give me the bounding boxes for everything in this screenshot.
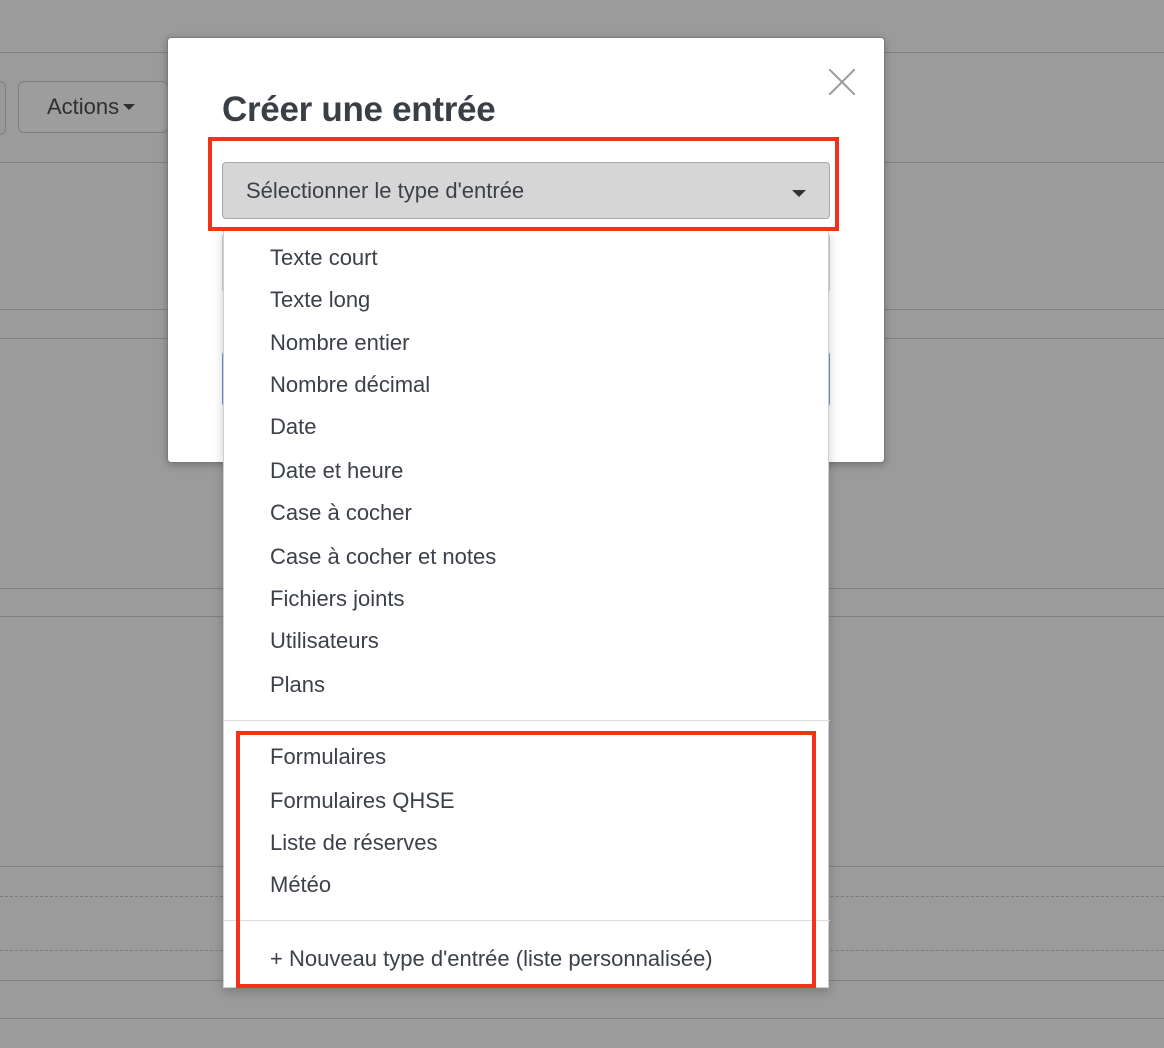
dropdown-option[interactable]: Météo (270, 869, 331, 901)
dropdown-divider (224, 920, 830, 921)
dropdown-option[interactable]: Utilisateurs (270, 625, 379, 657)
dropdown-option[interactable]: Texte long (270, 284, 370, 316)
dropdown-option[interactable]: Case à cocher (270, 497, 412, 529)
background-button-edge (0, 81, 6, 135)
entry-type-dropdown: Texte court Texte long Nombre entier Nom… (223, 230, 830, 988)
entry-type-select[interactable]: Sélectionner le type d'entrée (222, 162, 830, 219)
dropdown-option[interactable]: Formulaires (270, 741, 386, 773)
dropdown-option[interactable]: Liste de réserves (270, 827, 438, 859)
actions-button: Actions (18, 81, 168, 133)
new-entry-type-option[interactable]: + Nouveau type d'entrée (liste personnal… (270, 943, 713, 975)
caret-down-icon (123, 104, 136, 110)
dropdown-option[interactable]: Plans (270, 669, 325, 701)
actions-label: Actions (47, 94, 120, 119)
chevron-down-icon (792, 190, 806, 197)
entry-type-select-placeholder: Sélectionner le type d'entrée (246, 177, 525, 203)
background-divider (0, 1018, 1164, 1019)
dropdown-option[interactable]: Date et heure (270, 455, 403, 487)
dropdown-divider (224, 720, 830, 721)
dropdown-option[interactable]: Fichiers joints (270, 583, 404, 615)
modal-title: Créer une entrée (222, 90, 496, 129)
dropdown-option[interactable]: Nombre décimal (270, 369, 430, 401)
dropdown-option[interactable]: Texte court (270, 242, 378, 274)
dropdown-option[interactable]: Nombre entier (270, 327, 409, 359)
close-icon[interactable] (828, 68, 856, 96)
dropdown-option[interactable]: Formulaires QHSE (270, 785, 455, 817)
dropdown-option[interactable]: Date (270, 411, 316, 443)
dropdown-option[interactable]: Case à cocher et notes (270, 541, 496, 573)
